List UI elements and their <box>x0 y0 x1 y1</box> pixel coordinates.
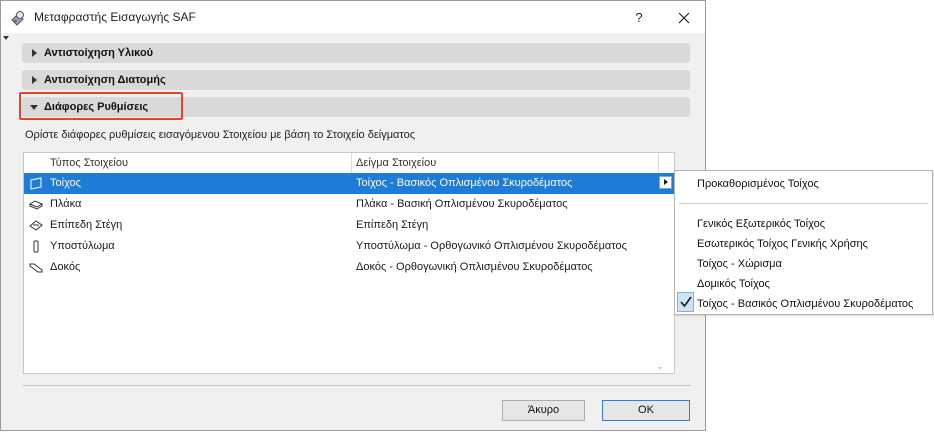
sample-element-popup-menu: Προκαθορισμένος Τοίχος Γενικός Εξωτερικό… <box>674 170 933 315</box>
column-icon <box>33 240 39 253</box>
element-sample: Επίπεδη Στέγη <box>356 219 429 231</box>
table-row[interactable]: Τοίχος Τοίχος - Βασικός Οπλισμένου Σκυρο… <box>24 173 674 194</box>
table-row[interactable]: Υποστύλωμα Υποστύλωμα - Ορθογωνικό Οπλισ… <box>24 236 674 257</box>
menu-item[interactable]: Γενικός Εξωτερικός Τοίχος <box>697 218 825 230</box>
scroll-down-icon[interactable]: ⌄ <box>655 361 665 371</box>
element-type: Επίπεδη Στέγη <box>50 219 123 231</box>
table-header: Τύπος Στοιχείου Δείγμα Στοιχείου <box>24 153 674 174</box>
element-sample: Υποστύλωμα - Ορθογωνικό Οπλισμένου Σκυρο… <box>356 240 627 252</box>
element-sample: Τοίχος - Βασικός Οπλισμένου Σκυροδέματος <box>356 177 573 189</box>
sample-menu-button[interactable] <box>659 176 672 189</box>
roof-icon <box>29 220 43 231</box>
column-header-sample[interactable]: Δείγμα Στοιχείου <box>356 157 436 169</box>
title-bar: Μεταφραστής Εισαγωγής SAF ? <box>1 1 705 33</box>
menu-item[interactable]: Εσωτερικός Τοίχος Γενικής Χρήσης <box>697 238 868 250</box>
dialog-title: Μεταφραστής Εισαγωγής SAF <box>34 10 196 24</box>
menu-item-checked[interactable]: Τοίχος - Βασικός Οπλισμένου Σκυροδέματος <box>697 298 913 310</box>
element-mapping-table: Τύπος Στοιχείου Δείγμα Στοιχείου Τοίχος … <box>23 152 675 374</box>
footer-divider <box>23 385 691 386</box>
section-label: Αντιστοίχηση Υλικού <box>44 47 154 59</box>
panel-options-icon[interactable] <box>3 36 9 40</box>
element-sample: Δοκός - Ορθογωνική Οπλισμένου Σκυροδέματ… <box>356 261 593 273</box>
checkmark-icon <box>680 296 692 308</box>
cancel-button[interactable]: Άκυρο <box>502 400 585 421</box>
table-row[interactable]: Πλάκα Πλάκα - Βασική Οπλισμένου Σκυροδέμ… <box>24 194 674 215</box>
element-type: Δοκός <box>50 261 81 273</box>
column-header-type[interactable]: Τύπος Στοιχείου <box>50 157 128 169</box>
menu-item[interactable]: Δομικός Τοίχος <box>697 278 770 290</box>
help-button[interactable]: ? <box>629 8 649 28</box>
highlight-frame <box>19 92 183 120</box>
saf-import-dialog: Μεταφραστής Εισαγωγής SAF ? Αντιστοίχηση… <box>0 0 706 431</box>
section-material-mapping[interactable]: Αντιστοίχηση Υλικού <box>22 43 690 63</box>
app-icon <box>11 11 24 26</box>
menu-item-default[interactable]: Προκαθορισμένος Τοίχος <box>697 178 819 190</box>
slab-icon <box>29 200 43 210</box>
wall-icon <box>30 177 42 190</box>
element-sample: Πλάκα - Βασική Οπλισμένου Σκυροδέματος <box>356 198 568 210</box>
column-divider[interactable] <box>351 153 352 173</box>
settings-description: Ορίστε διάφορες ρυθμίσεις εισαγόμενου Στ… <box>25 129 416 141</box>
table-row[interactable]: Επίπεδη Στέγη Επίπεδη Στέγη <box>24 215 674 236</box>
ok-button[interactable]: ΟΚ <box>602 400 690 421</box>
column-divider[interactable] <box>658 153 659 173</box>
close-icon[interactable] <box>673 7 695 29</box>
expand-arrow-icon <box>32 76 37 84</box>
checked-indicator <box>677 292 694 312</box>
table-row[interactable]: Δοκός Δοκός - Ορθογωνική Οπλισμένου Σκυρ… <box>24 257 674 278</box>
beam-icon <box>29 263 43 273</box>
menu-separator <box>679 203 928 204</box>
menu-item[interactable]: Τοίχος - Χώρισμα <box>697 258 782 270</box>
element-type: Υποστύλωμα <box>50 240 115 252</box>
element-type: Τοίχος <box>50 177 81 189</box>
section-label: Αντιστοίχηση Διατομής <box>44 74 166 86</box>
element-type: Πλάκα <box>50 198 82 210</box>
expand-arrow-icon <box>32 49 37 57</box>
section-profile-mapping[interactable]: Αντιστοίχηση Διατομής <box>22 70 690 90</box>
